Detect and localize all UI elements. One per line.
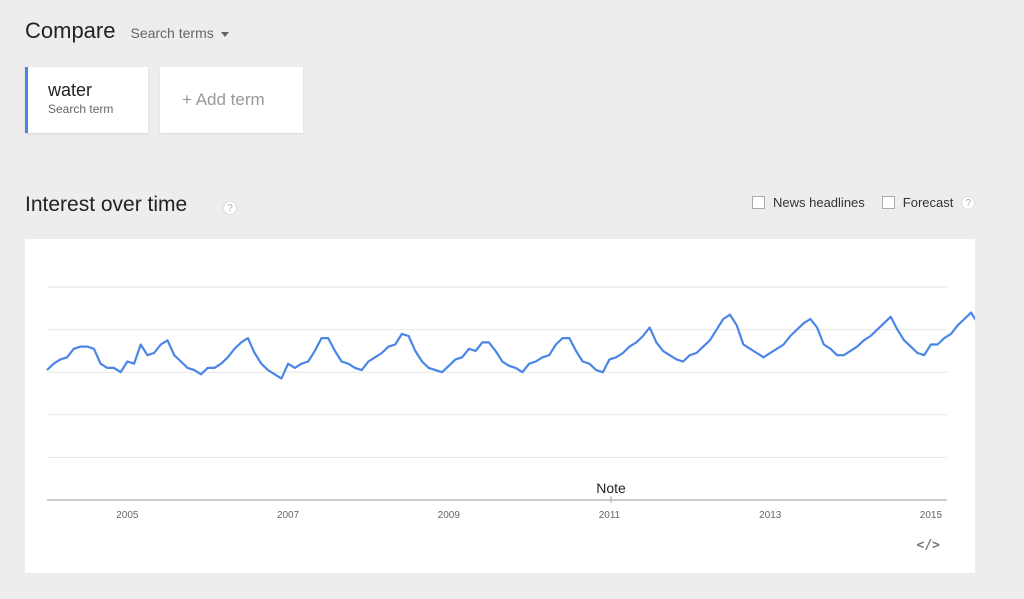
add-term-label: + Add term: [182, 90, 265, 109]
x-axis-ticks: 2005 2007 2009 2011 2013 2015: [116, 510, 942, 521]
interest-line-chart: 2005 2007 2009 2011 2013 2015 Note: [46, 286, 975, 521]
news-headlines-checkbox[interactable]: [752, 196, 765, 209]
note-label: Note: [596, 480, 626, 496]
search-terms-dropdown[interactable]: Search terms: [130, 25, 229, 41]
series-line-water: [46, 311, 975, 380]
dropdown-label: Search terms: [130, 25, 214, 41]
x-tick-label: 2007: [277, 510, 300, 521]
embed-code-icon[interactable]: </>: [917, 538, 940, 553]
forecast-checkbox[interactable]: [881, 196, 895, 209]
interest-chart-panel: 2005 2007 2009 2011 2013 2015 Note </>: [25, 239, 975, 573]
caret-down-icon: [220, 31, 229, 37]
chart-gridlines: [47, 286, 947, 458]
news-headlines-option[interactable]: News headlines: [752, 195, 865, 210]
x-tick-label: 2013: [759, 510, 782, 521]
news-headlines-label: News headlines: [773, 195, 865, 210]
term-type-label: Search term: [48, 102, 114, 116]
x-tick-label: 2011: [599, 510, 621, 521]
help-icon[interactable]: ?: [223, 201, 237, 215]
forecast-option[interactable]: Forecast: [881, 195, 954, 210]
x-tick-label: 2009: [438, 510, 461, 521]
term-name: water: [48, 80, 93, 100]
chart-options: News headlines Forecast ?: [752, 195, 976, 210]
x-tick-label: 2005: [116, 510, 139, 521]
x-tick-label: 2015: [920, 510, 943, 521]
compare-header: Compare Search terms: [25, 18, 229, 44]
forecast-help-icon[interactable]: ?: [961, 195, 976, 210]
page-title: Compare: [25, 18, 116, 43]
forecast-label: Forecast: [902, 195, 954, 210]
search-term-card[interactable]: water Search term: [25, 67, 148, 133]
add-term-button[interactable]: + Add term: [160, 67, 303, 133]
interest-over-time-title: Interest over time: [25, 193, 188, 216]
